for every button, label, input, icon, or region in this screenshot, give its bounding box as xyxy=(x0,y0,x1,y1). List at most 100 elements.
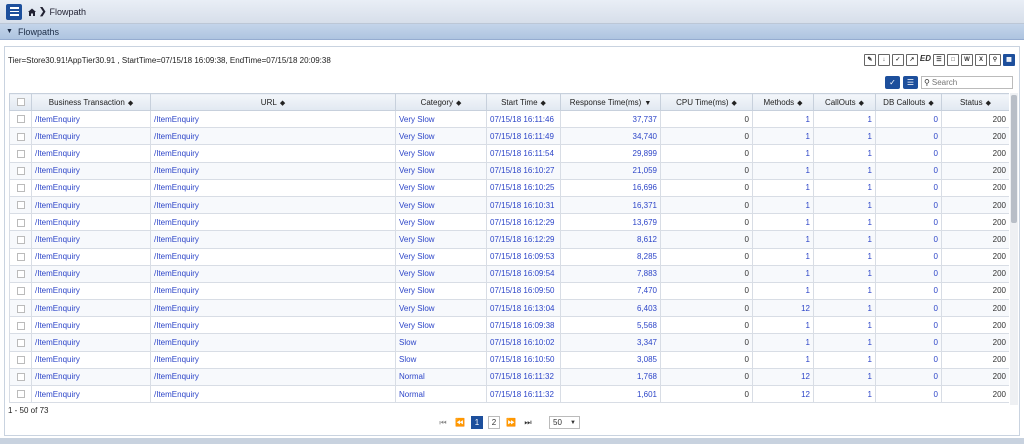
cell-methods[interactable]: 1 xyxy=(752,247,814,266)
cell-callouts[interactable]: 1 xyxy=(813,213,876,232)
cell-category[interactable]: Very Slow xyxy=(395,127,487,146)
cell-start-time[interactable]: 07/15/18 16:09:50 xyxy=(486,281,561,301)
cell-url[interactable]: /ItemEnquiry xyxy=(150,144,396,163)
cell-response-time[interactable]: 3,347 xyxy=(560,333,661,352)
cell-db-callouts[interactable]: 0 xyxy=(875,384,942,404)
word-icon[interactable]: W xyxy=(961,54,973,66)
table-row[interactable]: /ItemEnquiry/ItemEnquiry Very Slow 07/15/1… xyxy=(9,109,1009,129)
cell-methods[interactable]: 1 xyxy=(752,127,814,146)
excel-icon[interactable]: X xyxy=(975,54,987,66)
cell-response-time[interactable]: 1,768 xyxy=(560,367,661,387)
cell-response-time[interactable]: 16,371 xyxy=(560,195,661,215)
cell-methods[interactable]: 12 xyxy=(752,367,814,387)
table-row[interactable]: /ItemEnquiry/ItemEnquiry Very Slow 07/15/1… xyxy=(9,195,1009,215)
caret-down-icon[interactable]: ▼ xyxy=(6,28,13,35)
cell-response-time[interactable]: 3,085 xyxy=(560,350,661,369)
cell-db-callouts[interactable]: 0 xyxy=(875,367,942,387)
cell-callouts[interactable]: 1 xyxy=(813,109,876,129)
cell-start-time[interactable]: 07/15/18 16:09:53 xyxy=(486,247,561,266)
table-row[interactable]: /ItemEnquiry/ItemEnquiry Very Slow 07/15/1… xyxy=(9,178,1009,197)
cell-methods[interactable]: 1 xyxy=(752,109,814,129)
cell-start-time[interactable]: 07/15/18 16:10:25 xyxy=(486,178,561,197)
col-header-cpu-time[interactable]: CPU Time(ms) ◆ xyxy=(660,93,753,111)
last-page-icon[interactable]: ⏭ xyxy=(522,418,534,428)
row-checkbox[interactable] xyxy=(9,161,32,180)
row-checkbox[interactable] xyxy=(9,230,32,249)
row-checkbox[interactable] xyxy=(9,144,32,163)
cell-db-callouts[interactable]: 0 xyxy=(875,247,942,266)
cell-callouts[interactable]: 1 xyxy=(813,178,876,197)
search-input[interactable] xyxy=(931,77,1008,88)
checklist-icon[interactable]: ✓ xyxy=(891,54,904,66)
cell-url[interactable]: /ItemEnquiry xyxy=(150,316,396,335)
cell-methods[interactable]: 12 xyxy=(752,384,814,404)
cell-business-transaction[interactable]: /ItemEnquiry xyxy=(31,195,151,215)
cell-url[interactable]: /ItemEnquiry xyxy=(150,333,396,352)
next-page-icon[interactable]: ⏩ xyxy=(505,418,517,427)
table-row[interactable]: /ItemEnquiry/ItemEnquiry Very Slow 07/15/1… xyxy=(9,213,1009,232)
ed-icon[interactable]: ED xyxy=(919,54,931,66)
row-checkbox[interactable] xyxy=(9,127,32,146)
table-row[interactable]: /ItemEnquiry/ItemEnquiry Very Slow 07/15/1… xyxy=(9,161,1009,180)
cell-start-time[interactable]: 07/15/18 16:10:27 xyxy=(486,161,561,180)
cell-business-transaction[interactable]: /ItemEnquiry xyxy=(31,316,151,335)
cell-category[interactable]: Very Slow xyxy=(395,264,487,283)
cell-category[interactable]: Very Slow xyxy=(395,247,487,266)
table-row[interactable]: /ItemEnquiry/ItemEnquiry Very Slow 07/15/1… xyxy=(9,127,1009,146)
cell-callouts[interactable]: 1 xyxy=(813,350,876,369)
cell-methods[interactable]: 1 xyxy=(752,178,814,197)
cell-start-time[interactable]: 07/15/18 16:11:54 xyxy=(486,144,561,163)
cell-start-time[interactable]: 07/15/18 16:11:32 xyxy=(486,384,561,404)
cell-db-callouts[interactable]: 0 xyxy=(875,230,942,249)
row-checkbox[interactable] xyxy=(9,350,32,369)
col-header-start-time[interactable]: Start Time ◆ xyxy=(486,93,561,111)
cell-response-time[interactable]: 37,737 xyxy=(560,109,661,129)
cell-business-transaction[interactable]: /ItemEnquiry xyxy=(31,230,151,249)
cell-db-callouts[interactable]: 0 xyxy=(875,144,942,163)
cell-callouts[interactable]: 1 xyxy=(813,281,876,301)
cell-response-time[interactable]: 8,612 xyxy=(560,230,661,249)
pdf-icon[interactable]: ✎ xyxy=(863,54,876,66)
cell-url[interactable]: /ItemEnquiry xyxy=(150,367,396,387)
cell-response-time[interactable]: 34,740 xyxy=(560,127,661,146)
cell-response-time[interactable]: 7,470 xyxy=(560,281,661,301)
cell-db-callouts[interactable]: 0 xyxy=(875,127,942,146)
cell-category[interactable]: Very Slow xyxy=(395,195,487,215)
row-checkbox[interactable] xyxy=(9,299,32,318)
first-page-icon[interactable]: ⏮ xyxy=(437,418,449,428)
cell-category[interactable]: Very Slow xyxy=(395,161,487,180)
cell-callouts[interactable]: 1 xyxy=(813,333,876,352)
cell-methods[interactable]: 1 xyxy=(752,144,814,163)
cell-url[interactable]: /ItemEnquiry xyxy=(150,230,396,249)
cell-callouts[interactable]: 1 xyxy=(813,316,876,335)
hamburger-menu-icon[interactable] xyxy=(6,3,22,20)
prev-page-icon[interactable]: ⏪ xyxy=(454,418,466,427)
export-doc-icon[interactable]: ↗ xyxy=(905,54,918,66)
cell-start-time[interactable]: 07/15/18 16:13:04 xyxy=(486,299,561,318)
cell-url[interactable]: /ItemEnquiry xyxy=(150,350,396,369)
cell-callouts[interactable]: 1 xyxy=(813,299,876,318)
cell-response-time[interactable]: 1,601 xyxy=(560,384,661,404)
cell-category[interactable]: Very Slow xyxy=(395,144,487,163)
table-row[interactable]: /ItemEnquiry/ItemEnquiry Very Slow 07/15/1… xyxy=(9,316,1009,335)
cell-url[interactable]: /ItemEnquiry xyxy=(150,178,396,197)
cell-callouts[interactable]: 1 xyxy=(813,264,876,283)
row-checkbox[interactable] xyxy=(9,178,32,197)
select-all-checkbox[interactable] xyxy=(9,93,32,111)
cell-url[interactable]: /ItemEnquiry xyxy=(150,299,396,318)
list-view-icon[interactable]: ☰ xyxy=(903,76,918,89)
cell-start-time[interactable]: 07/15/18 16:09:54 xyxy=(486,264,561,283)
row-checkbox[interactable] xyxy=(9,247,32,266)
cell-start-time[interactable]: 07/15/18 16:10:31 xyxy=(486,195,561,215)
cell-methods[interactable]: 1 xyxy=(752,230,814,249)
col-header-url[interactable]: URL ◆ xyxy=(150,93,396,111)
cell-response-time[interactable]: 21,059 xyxy=(560,161,661,180)
cell-methods[interactable]: 1 xyxy=(752,264,814,283)
table-row[interactable]: /ItemEnquiry/ItemEnquiry Normal 07/15/18 1… xyxy=(9,384,1009,404)
cell-url[interactable]: /ItemEnquiry xyxy=(150,213,396,232)
cell-callouts[interactable]: 1 xyxy=(813,127,876,146)
cell-response-time[interactable]: 5,568 xyxy=(560,316,661,335)
table-row[interactable]: /ItemEnquiry/ItemEnquiry Slow 07/15/18 16:… xyxy=(9,350,1009,369)
cell-category[interactable]: Very Slow xyxy=(395,178,487,197)
row-checkbox[interactable] xyxy=(9,333,32,352)
